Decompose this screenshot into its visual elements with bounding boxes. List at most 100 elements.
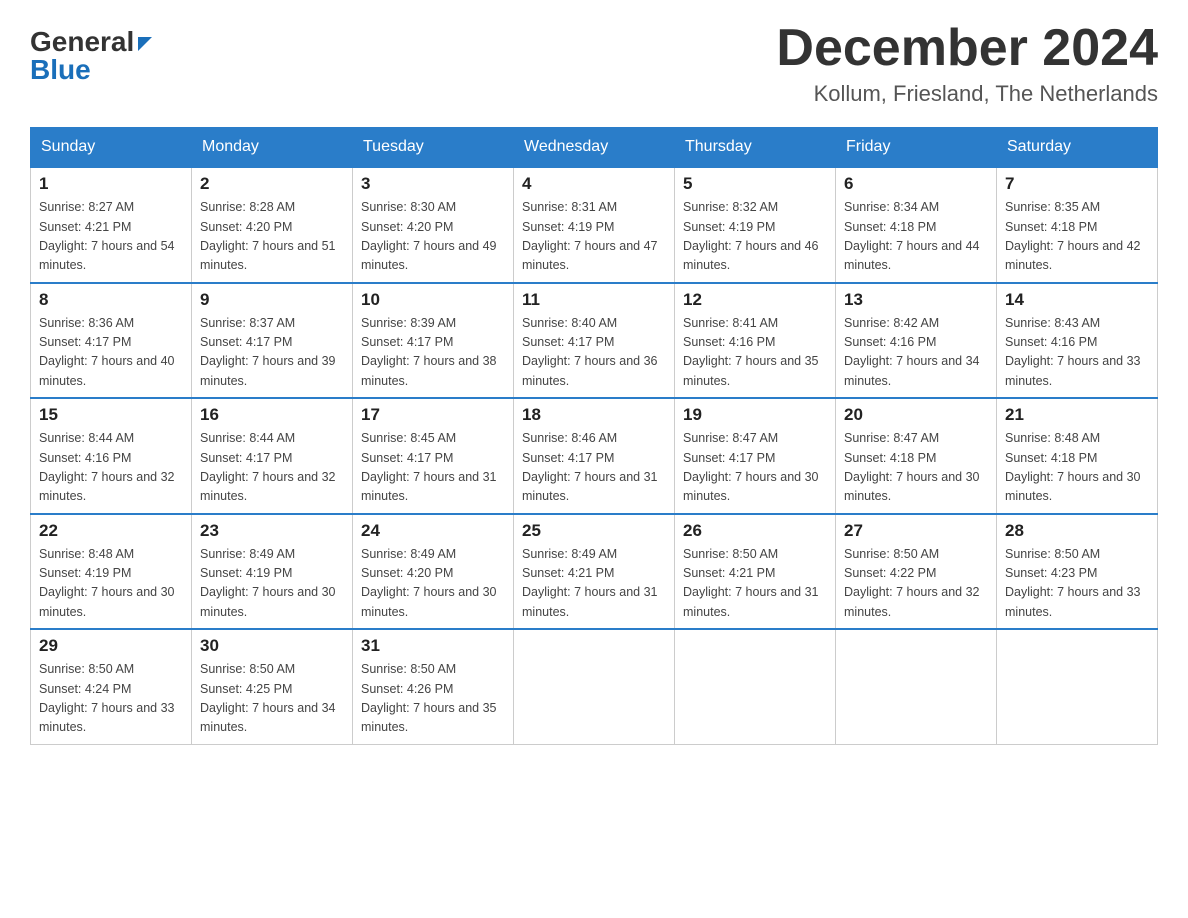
calendar-week-3: 15Sunrise: 8:44 AMSunset: 4:16 PMDayligh… bbox=[31, 398, 1158, 514]
calendar-week-2: 8 Sunrise: 8:36 AMSunset: 4:17 PMDaylight… bbox=[31, 283, 1158, 399]
day-number: 3 bbox=[361, 174, 505, 194]
day-number: 25 bbox=[522, 521, 666, 541]
day-info: Sunrise: 8:35 AMSunset: 4:18 PMDaylight:… bbox=[1005, 198, 1149, 276]
title-block: December 2024 Kollum, Friesland, The Net… bbox=[776, 20, 1158, 107]
logo: General Blue bbox=[30, 28, 152, 84]
location-subtitle: Kollum, Friesland, The Netherlands bbox=[776, 81, 1158, 107]
day-number: 14 bbox=[1005, 290, 1149, 310]
calendar-cell: 22 Sunrise: 8:48 AMSunset: 4:19 PMDayligh… bbox=[31, 514, 192, 630]
day-number: 18 bbox=[522, 405, 666, 425]
day-number: 8 bbox=[39, 290, 183, 310]
calendar-cell: 14 Sunrise: 8:43 AMSunset: 4:16 PMDayligh… bbox=[997, 283, 1158, 399]
calendar-week-1: 1Sunrise: 8:27 AMSunset: 4:21 PMDaylight… bbox=[31, 167, 1158, 283]
day-info: Sunrise: 8:44 AMSunset: 4:16 PMDaylight:… bbox=[39, 429, 183, 507]
header-tuesday: Tuesday bbox=[353, 128, 514, 168]
calendar-cell: 10 Sunrise: 8:39 AMSunset: 4:17 PMDayligh… bbox=[353, 283, 514, 399]
day-info: Sunrise: 8:50 AMSunset: 4:25 PMDaylight:… bbox=[200, 660, 344, 738]
day-info: Sunrise: 8:46 AMSunset: 4:17 PMDaylight:… bbox=[522, 429, 666, 507]
day-number: 22 bbox=[39, 521, 183, 541]
calendar-cell: 18 Sunrise: 8:46 AMSunset: 4:17 PMDayligh… bbox=[514, 398, 675, 514]
day-info: Sunrise: 8:49 AMSunset: 4:20 PMDaylight:… bbox=[361, 545, 505, 623]
day-number: 5 bbox=[683, 174, 827, 194]
calendar-cell: 30 Sunrise: 8:50 AMSunset: 4:25 PMDayligh… bbox=[192, 629, 353, 744]
calendar-table: Sunday Monday Tuesday Wednesday Thursday… bbox=[30, 127, 1158, 745]
day-number: 24 bbox=[361, 521, 505, 541]
calendar-cell: 26 Sunrise: 8:50 AMSunset: 4:21 PMDayligh… bbox=[675, 514, 836, 630]
day-number: 23 bbox=[200, 521, 344, 541]
header-wednesday: Wednesday bbox=[514, 128, 675, 168]
day-info: Sunrise: 8:50 AMSunset: 4:21 PMDaylight:… bbox=[683, 545, 827, 623]
calendar-header-row: Sunday Monday Tuesday Wednesday Thursday… bbox=[31, 128, 1158, 168]
day-info: Sunrise: 8:36 AMSunset: 4:17 PMDaylight:… bbox=[39, 314, 183, 392]
logo-blue-text: Blue bbox=[30, 56, 91, 84]
day-info: Sunrise: 8:49 AMSunset: 4:21 PMDaylight:… bbox=[522, 545, 666, 623]
day-info: Sunrise: 8:39 AMSunset: 4:17 PMDaylight:… bbox=[361, 314, 505, 392]
day-number: 31 bbox=[361, 636, 505, 656]
logo-general-text: General bbox=[30, 28, 152, 56]
day-number: 19 bbox=[683, 405, 827, 425]
day-number: 16 bbox=[200, 405, 344, 425]
calendar-cell: 23Sunrise: 8:49 AMSunset: 4:19 PMDayligh… bbox=[192, 514, 353, 630]
day-info: Sunrise: 8:50 AMSunset: 4:22 PMDaylight:… bbox=[844, 545, 988, 623]
day-number: 10 bbox=[361, 290, 505, 310]
calendar-cell: 29Sunrise: 8:50 AMSunset: 4:24 PMDayligh… bbox=[31, 629, 192, 744]
calendar-cell: 27 Sunrise: 8:50 AMSunset: 4:22 PMDayligh… bbox=[836, 514, 997, 630]
header-saturday: Saturday bbox=[997, 128, 1158, 168]
day-number: 12 bbox=[683, 290, 827, 310]
calendar-cell: 21 Sunrise: 8:48 AMSunset: 4:18 PMDayligh… bbox=[997, 398, 1158, 514]
day-number: 21 bbox=[1005, 405, 1149, 425]
calendar-cell: 20 Sunrise: 8:47 AMSunset: 4:18 PMDayligh… bbox=[836, 398, 997, 514]
calendar-cell: 4 Sunrise: 8:31 AMSunset: 4:19 PMDaylight… bbox=[514, 167, 675, 283]
day-info: Sunrise: 8:30 AMSunset: 4:20 PMDaylight:… bbox=[361, 198, 505, 276]
header-friday: Friday bbox=[836, 128, 997, 168]
day-info: Sunrise: 8:48 AMSunset: 4:18 PMDaylight:… bbox=[1005, 429, 1149, 507]
page-header: General Blue December 2024 Kollum, Fries… bbox=[30, 20, 1158, 107]
day-number: 4 bbox=[522, 174, 666, 194]
day-info: Sunrise: 8:44 AMSunset: 4:17 PMDaylight:… bbox=[200, 429, 344, 507]
calendar-cell: 12 Sunrise: 8:41 AMSunset: 4:16 PMDayligh… bbox=[675, 283, 836, 399]
day-number: 30 bbox=[200, 636, 344, 656]
calendar-cell: 16 Sunrise: 8:44 AMSunset: 4:17 PMDayligh… bbox=[192, 398, 353, 514]
day-info: Sunrise: 8:42 AMSunset: 4:16 PMDaylight:… bbox=[844, 314, 988, 392]
day-info: Sunrise: 8:50 AMSunset: 4:26 PMDaylight:… bbox=[361, 660, 505, 738]
calendar-cell: 17Sunrise: 8:45 AMSunset: 4:17 PMDayligh… bbox=[353, 398, 514, 514]
month-title: December 2024 bbox=[776, 20, 1158, 77]
day-number: 1 bbox=[39, 174, 183, 194]
calendar-cell: 11 Sunrise: 8:40 AMSunset: 4:17 PMDayligh… bbox=[514, 283, 675, 399]
day-info: Sunrise: 8:50 AMSunset: 4:23 PMDaylight:… bbox=[1005, 545, 1149, 623]
calendar-cell: 7 Sunrise: 8:35 AMSunset: 4:18 PMDaylight… bbox=[997, 167, 1158, 283]
header-sunday: Sunday bbox=[31, 128, 192, 168]
day-info: Sunrise: 8:43 AMSunset: 4:16 PMDaylight:… bbox=[1005, 314, 1149, 392]
calendar-cell: 5 Sunrise: 8:32 AMSunset: 4:19 PMDaylight… bbox=[675, 167, 836, 283]
day-number: 9 bbox=[200, 290, 344, 310]
calendar-cell: 31 Sunrise: 8:50 AMSunset: 4:26 PMDayligh… bbox=[353, 629, 514, 744]
calendar-cell bbox=[836, 629, 997, 744]
day-number: 2 bbox=[200, 174, 344, 194]
day-number: 20 bbox=[844, 405, 988, 425]
day-info: Sunrise: 8:40 AMSunset: 4:17 PMDaylight:… bbox=[522, 314, 666, 392]
day-info: Sunrise: 8:47 AMSunset: 4:18 PMDaylight:… bbox=[844, 429, 988, 507]
calendar-cell: 25 Sunrise: 8:49 AMSunset: 4:21 PMDayligh… bbox=[514, 514, 675, 630]
calendar-cell: 6Sunrise: 8:34 AMSunset: 4:18 PMDaylight… bbox=[836, 167, 997, 283]
day-number: 11 bbox=[522, 290, 666, 310]
calendar-week-5: 29Sunrise: 8:50 AMSunset: 4:24 PMDayligh… bbox=[31, 629, 1158, 744]
day-number: 27 bbox=[844, 521, 988, 541]
day-info: Sunrise: 8:32 AMSunset: 4:19 PMDaylight:… bbox=[683, 198, 827, 276]
header-thursday: Thursday bbox=[675, 128, 836, 168]
day-info: Sunrise: 8:37 AMSunset: 4:17 PMDaylight:… bbox=[200, 314, 344, 392]
day-number: 6 bbox=[844, 174, 988, 194]
day-info: Sunrise: 8:45 AMSunset: 4:17 PMDaylight:… bbox=[361, 429, 505, 507]
calendar-cell bbox=[514, 629, 675, 744]
calendar-cell: 2Sunrise: 8:28 AMSunset: 4:20 PMDaylight… bbox=[192, 167, 353, 283]
day-number: 26 bbox=[683, 521, 827, 541]
day-number: 28 bbox=[1005, 521, 1149, 541]
calendar-cell: 8 Sunrise: 8:36 AMSunset: 4:17 PMDaylight… bbox=[31, 283, 192, 399]
day-info: Sunrise: 8:31 AMSunset: 4:19 PMDaylight:… bbox=[522, 198, 666, 276]
day-number: 29 bbox=[39, 636, 183, 656]
day-number: 7 bbox=[1005, 174, 1149, 194]
calendar-cell: 24 Sunrise: 8:49 AMSunset: 4:20 PMDayligh… bbox=[353, 514, 514, 630]
day-info: Sunrise: 8:48 AMSunset: 4:19 PMDaylight:… bbox=[39, 545, 183, 623]
day-number: 13 bbox=[844, 290, 988, 310]
calendar-cell bbox=[997, 629, 1158, 744]
day-info: Sunrise: 8:41 AMSunset: 4:16 PMDaylight:… bbox=[683, 314, 827, 392]
